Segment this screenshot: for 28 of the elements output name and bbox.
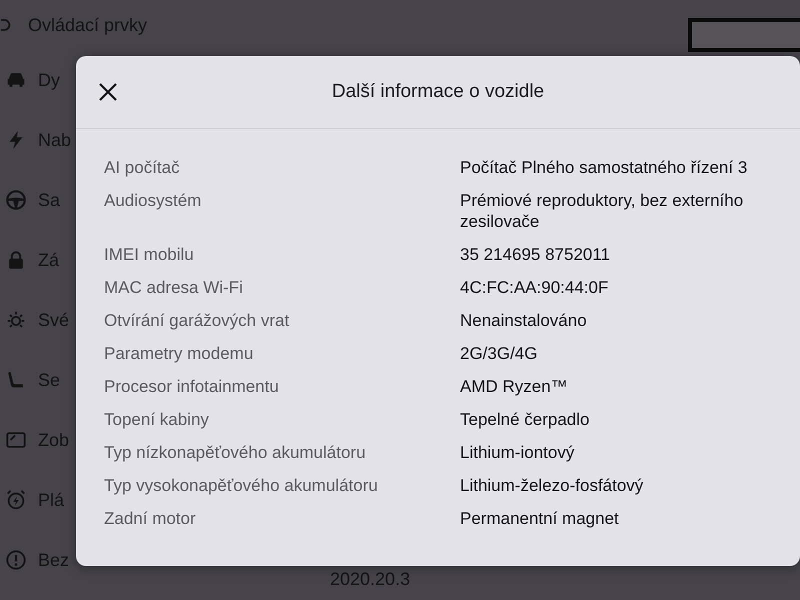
info-label: Otvírání garážových vrat bbox=[104, 310, 290, 331]
info-label: Parametry modemu bbox=[104, 343, 254, 364]
info-label: MAC adresa Wi-Fi bbox=[104, 277, 243, 298]
info-value: 2G/3G/4G bbox=[460, 343, 538, 364]
info-value: Počítač Plného samostatného řízení 3 bbox=[460, 157, 748, 178]
info-value: Nenainstalováno bbox=[460, 310, 587, 331]
info-value: 4C:FC:AA:90:44:0F bbox=[460, 277, 608, 298]
display-icon bbox=[5, 429, 27, 451]
info-label: Audiosystém bbox=[104, 190, 202, 211]
info-label: Typ nízkonapěťového akumulátoru bbox=[104, 442, 366, 463]
info-value: AMD Ryzen™ bbox=[460, 376, 568, 397]
info-label: Typ vysokonapěťového akumulátoru bbox=[104, 475, 378, 496]
info-value: Lithium-iontový bbox=[460, 442, 574, 463]
dialog-title: Další informace o vozidle bbox=[332, 81, 544, 103]
info-label: Topení kabiny bbox=[104, 409, 209, 430]
info-label: Zadní motor bbox=[104, 508, 196, 529]
info-value: Prémiové reproduktory, bez externího zesilovače bbox=[460, 190, 744, 232]
info-label: Procesor infotainmentu bbox=[104, 376, 279, 397]
info-value: Permanentní magnet bbox=[460, 508, 619, 529]
close-icon bbox=[98, 82, 118, 102]
info-value: 35 214695 8752011 bbox=[460, 244, 610, 265]
steering-wheel-icon bbox=[5, 189, 27, 211]
info-value: Tepelné čerpadlo bbox=[460, 409, 590, 430]
info-label: IMEI mobilu bbox=[104, 244, 194, 265]
alarm-clock-icon bbox=[5, 489, 27, 511]
info-label: AI počítač bbox=[104, 157, 180, 178]
alert-circle-icon bbox=[5, 549, 27, 571]
info-value: Lithium-železo-fosfátový bbox=[460, 475, 644, 496]
